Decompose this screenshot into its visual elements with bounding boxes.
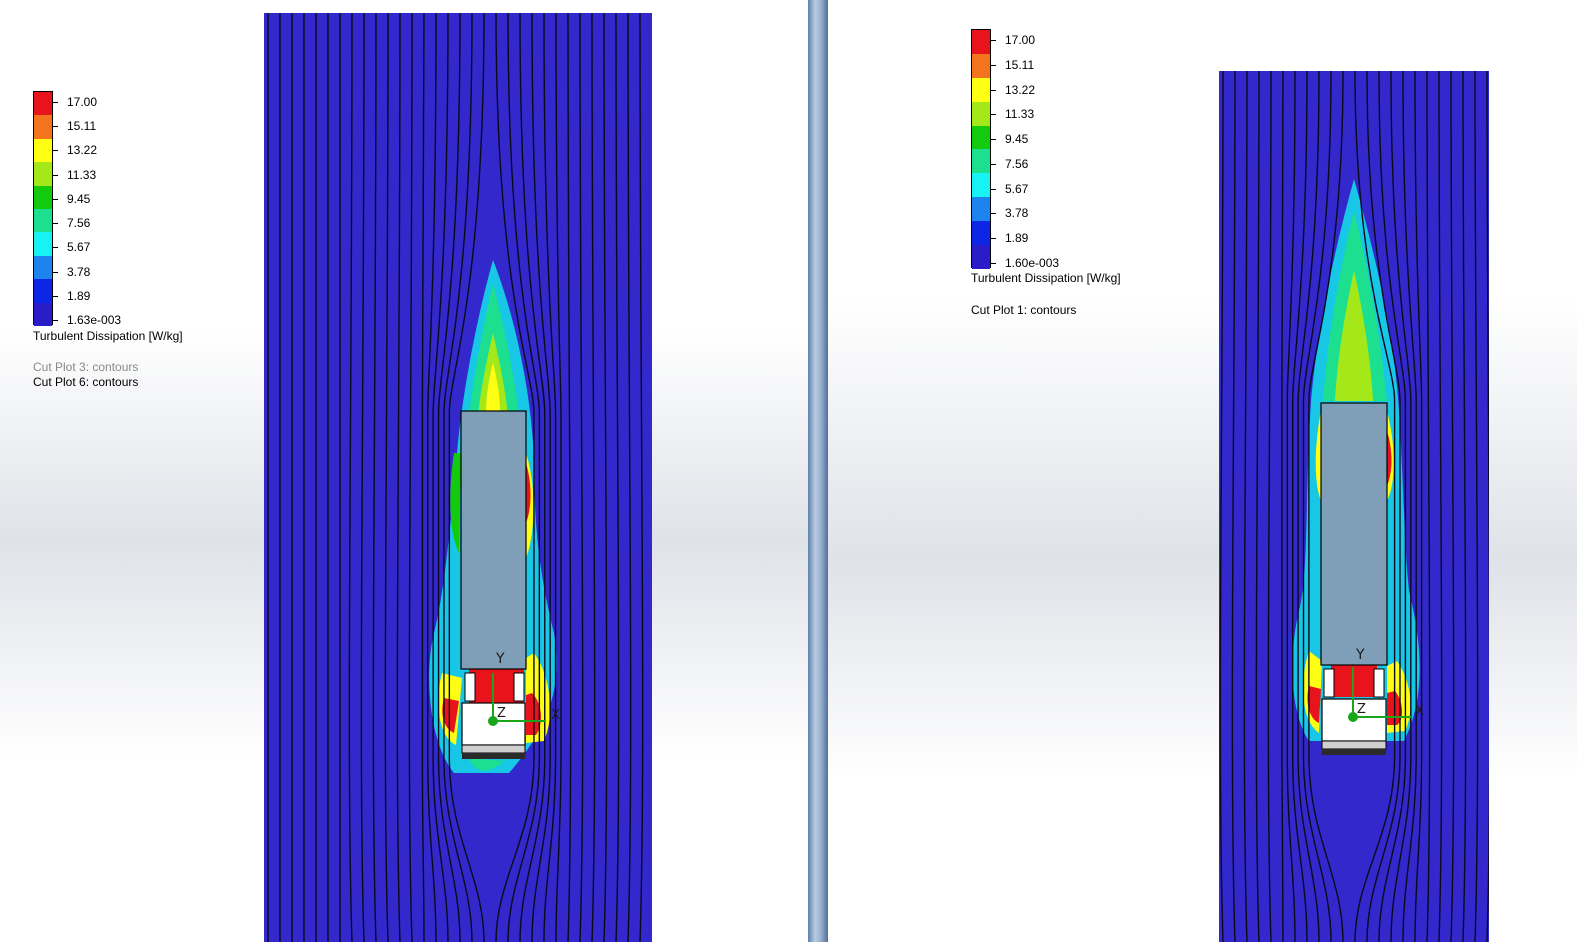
left-plot-label-2: Cut Plot 6: contours [33, 375, 139, 389]
left-color-band [34, 255, 52, 280]
left-legend-tick-label: 3.78 [67, 264, 91, 279]
right-legend-tick-label: 15.11 [1005, 57, 1035, 72]
left-color-band [34, 302, 52, 326]
right-legend-tick [991, 139, 996, 141]
right-viewport[interactable]: 17.00 15.11 13.22 11.33 9.45 7.56 5.67 3.78 1.89… [828, 0, 1577, 942]
right-legend-tick-label: 1.60e-003 [1005, 256, 1060, 270]
left-legend-tick-label: 15.11 [67, 119, 97, 134]
right-legend-tick [991, 263, 996, 264]
right-legend-tick-label: 9.45 [1005, 132, 1029, 147]
left-color-band [34, 138, 52, 163]
left-legend-tick [53, 295, 58, 297]
left-legend-tick-label: 1.63e-003 [67, 313, 122, 327]
right-legend-tick [991, 114, 996, 116]
left-legend-tick-label: 7.56 [67, 216, 91, 231]
left-axis-z-label: Z [497, 706, 506, 721]
right-axis-x-label: X [1415, 704, 1424, 719]
right-color-band [972, 77, 990, 102]
left-axis-y-label: Y [495, 651, 505, 667]
left-legend-tick-label: 5.67 [67, 240, 91, 255]
left-legend-tick-label: 1.89 [67, 288, 91, 303]
left-legend-tick-label: 13.22 [67, 143, 98, 158]
left-color-band [34, 162, 52, 186]
right-axis-z-label: Z [1357, 702, 1366, 717]
left-legend-tick [53, 174, 58, 176]
left-legend-tick [53, 198, 58, 200]
right-legend-tick-label: 3.78 [1005, 206, 1029, 221]
right-legend-tick [991, 213, 996, 215]
right-legend-tick-label: 7.56 [1005, 156, 1029, 171]
right-contour-plot[interactable]: Y X Z [1219, 71, 1489, 942]
left-axis-x-label: X [551, 708, 560, 723]
left-viewport[interactable]: 17.00 15.11 13.22 11.33 9.45 7.56 5.67 3.78 1.89… [0, 0, 808, 942]
left-legend-tick [53, 223, 58, 225]
right-legend-tick [991, 89, 996, 91]
left-legend-tick-label: 11.33 [67, 167, 97, 182]
left-color-band [34, 208, 52, 233]
left-legend-tick [53, 320, 58, 321]
right-legend-tick [991, 40, 996, 41]
left-legend-title: Turbulent Dissipation [W/kg] [33, 329, 183, 343]
right-color-bar [971, 29, 991, 269]
right-plot-label-1: Cut Plot 1: contours [971, 303, 1077, 317]
right-color-band [972, 149, 990, 174]
viewport-splitter[interactable] [808, 0, 828, 942]
left-legend-tick-label: 9.45 [67, 191, 91, 206]
left-legend-tick-label: 17.00 [67, 95, 98, 109]
right-color-band [972, 53, 990, 78]
right-legend-tick [991, 188, 996, 190]
left-color-band [34, 279, 52, 303]
right-legend-tick-label: 11.33 [1005, 107, 1035, 122]
right-legend-tick-label: 13.22 [1005, 82, 1036, 97]
left-legend-tick [53, 102, 58, 103]
right-legend-title: Turbulent Dissipation [W/kg] [971, 271, 1121, 285]
left-color-band [34, 92, 52, 116]
left-legend-tick [53, 271, 58, 273]
right-legend-tick [991, 238, 996, 240]
right-color-band [972, 173, 990, 198]
left-legend-tick [53, 247, 58, 249]
left-color-band [34, 185, 52, 209]
right-color-band [972, 30, 990, 54]
right-legend-tick [991, 64, 996, 66]
right-legend-tick-label: 1.89 [1005, 231, 1029, 246]
left-trailer [460, 410, 527, 670]
right-color-band [972, 197, 990, 222]
right-legend-tick [991, 163, 996, 165]
left-color-band [34, 232, 52, 256]
left-color-band [34, 115, 52, 139]
left-contour-plot[interactable]: Y X Z [264, 13, 652, 942]
right-axis-y-label: Y [1355, 647, 1365, 663]
left-legend-tick [53, 150, 58, 152]
right-legend-tick-label: 5.67 [1005, 181, 1029, 196]
right-color-band [972, 125, 990, 150]
right-trailer [1320, 402, 1388, 666]
right-color-band [972, 221, 990, 246]
right-color-band [972, 101, 990, 126]
left-legend-tick [53, 126, 58, 128]
left-plot-label-1: Cut Plot 3: contours [33, 360, 139, 374]
right-color-band [972, 245, 990, 269]
left-color-bar [33, 91, 53, 326]
right-legend-tick-label: 17.00 [1005, 33, 1036, 47]
